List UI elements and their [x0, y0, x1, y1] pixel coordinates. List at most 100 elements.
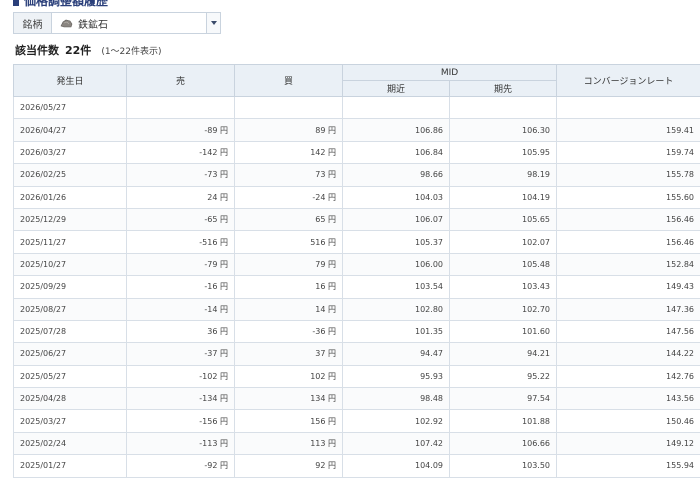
cell-sell: -134 円 [126, 387, 235, 411]
cell-date: 2025/10/27 [13, 252, 127, 277]
chevron-down-icon [210, 21, 217, 25]
table-row: 2025/03/27 -156 円 156 円 102.92 101.88 150.46 [13, 409, 700, 433]
cell-conversion-rate: 155.78 [556, 163, 700, 187]
cell-mid-near: 94.47 [342, 342, 450, 366]
result-count: 該当件数 22件 (1～22件表示) [15, 42, 162, 58]
cell-date: 2026/04/27 [13, 118, 127, 142]
cell-date: 2026/01/26 [13, 185, 127, 209]
cell-mid-near: 104.03 [342, 185, 450, 209]
section-title-text: 価格調整額履歴 [24, 0, 109, 8]
cell-date: 2025/05/27 [13, 364, 127, 389]
cell-sell: -65 円 [126, 207, 235, 232]
cell-conversion-rate: 159.41 [556, 118, 700, 142]
iron-ore-icon [60, 19, 73, 27]
cell-conversion-rate: 149.12 [556, 431, 700, 456]
brand-select[interactable]: 鉄鉱石 [52, 13, 220, 33]
table-row: 2026/05/27 [13, 95, 700, 120]
history-table: 発生日 売 買 MID コンバージョンレート 期近 期先 2026/05/27 2… [13, 64, 700, 478]
cell-mid-far: 106.66 [448, 431, 558, 456]
header-date: 発生日 [13, 64, 127, 97]
table-header: 発生日 売 買 MID コンバージョンレート 期近 期先 [13, 64, 700, 97]
cell-conversion-rate: 155.60 [556, 185, 700, 209]
cell-buy: 156 円 [234, 409, 343, 433]
count-value: 22件 [65, 44, 92, 57]
table-row: 2025/08/27 -14 円 14 円 102.80 102.70 147.36 [13, 297, 700, 321]
cell-mid-near: 95.93 [342, 364, 450, 389]
cell-conversion-rate: 156.46 [556, 230, 700, 254]
header-buy: 買 [234, 64, 343, 97]
cell-mid-far: 95.22 [448, 364, 558, 389]
select-arrow-button[interactable] [206, 13, 220, 33]
cell-sell: -79 円 [126, 252, 235, 277]
cell-mid-far: 104.19 [448, 185, 558, 209]
table-row: 2026/04/27 -89 円 89 円 106.86 106.30 159.41 [13, 118, 700, 142]
table-row: 2025/12/29 -65 円 65 円 106.07 105.65 156.46 [13, 207, 700, 232]
table-row: 2025/01/27 -92 円 92 円 104.09 103.50 155.94 [13, 454, 700, 478]
cell-buy: 516 円 [234, 230, 343, 254]
cell-conversion-rate: 159.74 [556, 140, 700, 165]
cell-conversion-rate: 150.46 [556, 409, 700, 433]
cell-buy: 16 円 [234, 275, 343, 299]
cell-mid-far [448, 95, 558, 120]
cell-date: 2025/04/28 [13, 387, 127, 411]
cell-mid-far: 103.43 [448, 275, 558, 299]
cell-date: 2026/03/27 [13, 140, 127, 165]
cell-mid-near: 102.92 [342, 409, 450, 433]
cell-mid-far: 105.95 [448, 140, 558, 165]
cell-buy: 113 円 [234, 431, 343, 456]
cell-sell: -516 円 [126, 230, 235, 254]
cell-mid-near: 102.80 [342, 297, 450, 321]
cell-mid-far: 105.48 [448, 252, 558, 277]
cell-sell: -16 円 [126, 275, 235, 299]
table-row: 2025/02/24 -113 円 113 円 107.42 106.66 149.12 [13, 431, 700, 456]
brand-label: 銘柄 [14, 13, 52, 33]
cell-mid-far: 97.54 [448, 387, 558, 411]
cell-conversion-rate: 144.22 [556, 342, 700, 366]
cell-date: 2025/09/29 [13, 275, 127, 299]
cell-buy: 14 円 [234, 297, 343, 321]
cell-buy: 73 円 [234, 163, 343, 187]
cell-mid-near: 106.86 [342, 118, 450, 142]
cell-mid-far: 102.07 [448, 230, 558, 254]
cell-buy: -36 円 [234, 319, 343, 344]
history-table-wrap: 発生日 売 買 MID コンバージョンレート 期近 期先 2026/05/27 2… [13, 64, 700, 478]
count-range-note: (1～22件表示) [101, 47, 162, 57]
count-label: 該当件数 [15, 44, 59, 57]
cell-mid-far: 101.88 [448, 409, 558, 433]
cell-buy: 142 円 [234, 140, 343, 165]
brand-selector-row: 銘柄 鉄鉱石 [13, 12, 221, 34]
cell-mid-far: 103.50 [448, 454, 558, 478]
cell-conversion-rate: 156.46 [556, 207, 700, 232]
header-sell: 売 [126, 64, 235, 97]
cell-conversion-rate: 142.76 [556, 364, 700, 389]
section-title: 価格調整額履歴 [13, 0, 108, 8]
cell-date: 2025/12/29 [13, 207, 127, 232]
table-row: 2025/09/29 -16 円 16 円 103.54 103.43 149.43 [13, 275, 700, 299]
cell-buy [234, 95, 343, 120]
cell-buy: 92 円 [234, 454, 343, 478]
table-row: 2026/01/26 24 円 -24 円 104.03 104.19 155.60 [13, 185, 700, 209]
cell-mid-near: 98.48 [342, 387, 450, 411]
table-row: 2025/11/27 -516 円 516 円 105.37 102.07 156.46 [13, 230, 700, 254]
cell-mid-far: 101.60 [448, 319, 558, 344]
cell-sell: 36 円 [126, 319, 235, 344]
price-adjustment-history-page: 価格調整額履歴 銘柄 鉄鉱石 該当件数 22件 (1～22件表示) 発生日 売 … [0, 0, 700, 480]
cell-mid-near: 107.42 [342, 431, 450, 456]
cell-date: 2026/05/27 [13, 95, 127, 120]
cell-mid-near: 101.35 [342, 319, 450, 344]
cell-date: 2025/06/27 [13, 342, 127, 366]
cell-date: 2025/01/27 [13, 454, 127, 478]
table-row: 2025/04/28 -134 円 134 円 98.48 97.54 143.56 [13, 387, 700, 411]
cell-sell: -89 円 [126, 118, 235, 142]
cell-conversion-rate: 147.36 [556, 297, 700, 321]
cell-mid-far: 102.70 [448, 297, 558, 321]
cell-buy: 134 円 [234, 387, 343, 411]
cell-sell: -37 円 [126, 342, 235, 366]
table-row: 2025/10/27 -79 円 79 円 106.00 105.48 152.84 [13, 252, 700, 277]
cell-buy: -24 円 [234, 185, 343, 209]
cell-buy: 102 円 [234, 364, 343, 389]
cell-sell: -102 円 [126, 364, 235, 389]
cell-date: 2025/11/27 [13, 230, 127, 254]
cell-conversion-rate: 143.56 [556, 387, 700, 411]
cell-mid-near: 106.00 [342, 252, 450, 277]
